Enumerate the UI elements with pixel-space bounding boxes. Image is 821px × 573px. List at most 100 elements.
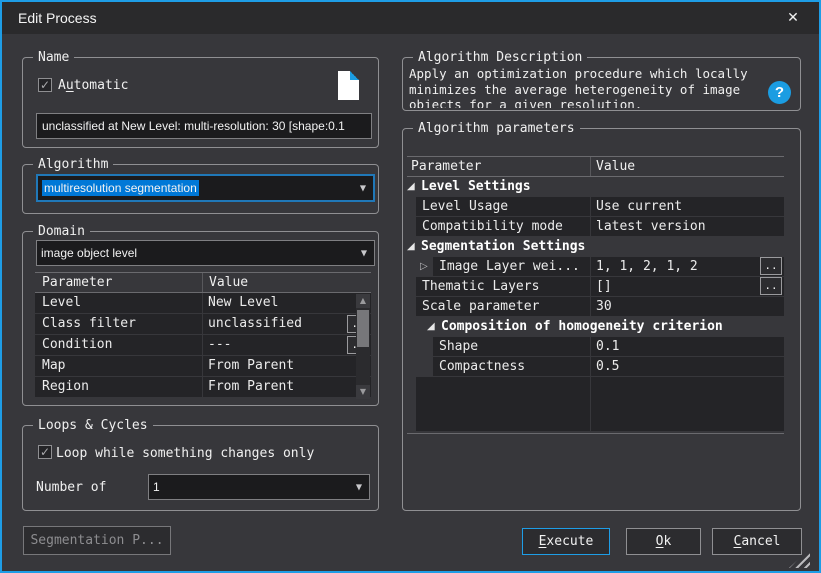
column-divider (202, 335, 203, 355)
algorithm-select[interactable]: multiresolution segmentation ▼ (36, 174, 375, 202)
table-row[interactable]: Scale parameter 30 (407, 297, 784, 316)
param-cell: Scale parameter (422, 297, 590, 316)
param-cell: Shape (439, 337, 590, 356)
algorithm-group-label: Algorithm (33, 156, 113, 173)
param-cell: Compatibility mode (422, 217, 590, 236)
value-cell: --- (208, 335, 369, 355)
column-divider (202, 356, 203, 376)
domain-scrollbar[interactable]: ▲ ▼ (356, 294, 370, 399)
value-cell: latest version (596, 217, 756, 236)
expand-icon[interactable]: ◢ (427, 320, 435, 334)
param-cell: Composition of homogeneity criterion (441, 317, 784, 336)
algorithm-selected-text: multiresolution segmentation (42, 180, 199, 196)
column-divider (590, 197, 591, 216)
column-divider (590, 337, 591, 356)
description-line: minimizes the average heterogeneity of i… (409, 82, 761, 98)
table-row[interactable]: Compactness0.5 (407, 357, 784, 376)
domain-select[interactable]: image object level ▼ (36, 240, 375, 266)
close-icon[interactable]: ✕ (781, 6, 805, 30)
value-cell: unclassified (208, 314, 369, 334)
value-cell: From Parent (208, 356, 369, 376)
chevron-down-icon[interactable]: ▼ (356, 483, 362, 492)
param-col-value: Value (596, 157, 635, 177)
column-divider (590, 357, 591, 376)
scroll-up-icon[interactable]: ▲ (356, 294, 370, 308)
domain-selected-text: image object level (41, 246, 137, 260)
column-divider (202, 273, 203, 292)
edit-process-dialog: Edit Process ✕ Name ✓ Automatic unclassi… (0, 0, 821, 573)
param-cell: Image Layer wei... (439, 257, 590, 276)
loop-checkbox[interactable]: ✓ (38, 445, 52, 459)
table-row[interactable]: Class filterunclassified.. (35, 314, 371, 334)
param-cell: Region (42, 377, 200, 397)
param-cell: Level Usage (422, 197, 590, 216)
value-cell: 0.1 (596, 337, 756, 356)
loops-group-label: Loops & Cycles (33, 417, 153, 434)
value-cell: 30 (596, 297, 756, 316)
ok-button[interactable]: Ok (626, 528, 701, 555)
segmentation-params-button[interactable]: Segmentation P... (23, 526, 171, 555)
document-icon[interactable] (338, 71, 359, 100)
table-row[interactable]: Region From Parent (35, 377, 371, 397)
column-divider (590, 297, 591, 316)
table-row[interactable]: Level Usage Use current (407, 197, 784, 216)
cancel-button[interactable]: Cancel (712, 528, 802, 555)
expand-icon[interactable]: ◢ (407, 240, 415, 254)
value-cell: [] (596, 277, 756, 296)
column-divider (202, 377, 203, 397)
name-group-label: Name (33, 49, 74, 66)
table-row[interactable]: Condition---.. (35, 335, 371, 355)
scroll-down-icon[interactable]: ▼ (356, 385, 370, 399)
parameters-table-rows: ◢Level SettingsLevel UsageUse currentCom… (407, 177, 784, 376)
parameters-table-filler (407, 377, 784, 434)
domain-col-value: Value (209, 273, 248, 293)
collapse-icon[interactable]: ▷ (420, 260, 428, 274)
automatic-checkbox-label: Automatic (58, 78, 128, 93)
table-row[interactable]: ◢ Composition of homogeneity criterion (407, 317, 784, 336)
table-row[interactable]: ◢ Segmentation Settings (407, 237, 784, 256)
column-divider (202, 314, 203, 334)
table-row[interactable]: ▷ Image Layer wei... 1, 1, 2, 1, 2.. (407, 257, 784, 276)
scroll-thumb[interactable] (357, 310, 369, 347)
column-divider (202, 293, 203, 313)
param-cell: Condition (42, 335, 200, 355)
process-name-field[interactable]: unclassified at New Level: multi-resolut… (36, 113, 372, 139)
automatic-checkbox[interactable]: ✓ (38, 78, 52, 92)
param-col-parameter: Parameter (411, 157, 481, 177)
execute-button[interactable]: Execute (522, 528, 610, 555)
chevron-down-icon[interactable]: ▼ (361, 249, 367, 258)
expand-icon[interactable]: ◢ (407, 180, 415, 194)
domain-table: Parameter Value LevelNew LevelClass filt… (35, 272, 371, 398)
table-row[interactable]: ◢ Level Settings (407, 177, 784, 196)
titlebar[interactable]: Edit Process ✕ (2, 2, 819, 34)
table-row[interactable]: LevelNew Level (35, 293, 371, 313)
number-of-label: Number of (36, 480, 106, 495)
param-cell: Thematic Layers (422, 277, 590, 296)
parameters-table: Parameter Value ◢ Level SettingsLevel Usa… (407, 156, 784, 434)
algorithm-description-text: Apply an optimization procedure which lo… (409, 66, 761, 108)
param-cell: Level Settings (421, 177, 784, 196)
parameters-group-label: Algorithm parameters (413, 120, 580, 137)
param-cell: Map (42, 356, 200, 376)
table-row[interactable]: Thematic Layers [].. (407, 277, 784, 296)
help-icon[interactable]: ? (768, 81, 791, 104)
value-cell: 0.5 (596, 357, 756, 376)
value-cell: Use current (596, 197, 756, 216)
value-cell: From Parent (208, 377, 369, 397)
param-cell: Segmentation Settings (421, 237, 784, 256)
table-row[interactable]: Map From Parent (35, 356, 371, 376)
ellipsis-button[interactable]: .. (760, 257, 782, 275)
chevron-down-icon[interactable]: ▼ (360, 184, 366, 193)
number-of-select[interactable]: 1 ▼ (148, 474, 370, 500)
domain-table-header: Parameter Value (35, 272, 371, 293)
table-row[interactable]: Shape 0.1 (407, 337, 784, 356)
domain-table-rows: LevelNew LevelClass filterunclassified..… (35, 293, 371, 397)
ellipsis-button[interactable]: .. (760, 277, 782, 295)
domain-group-label: Domain (33, 223, 90, 240)
param-cell: Level (42, 293, 200, 313)
value-cell: 1, 1, 2, 1, 2 (596, 257, 756, 276)
loop-checkbox-label: Loop while something changes only (56, 446, 314, 461)
number-of-value: 1 (153, 480, 160, 494)
table-row[interactable]: Compatibility mode latest version (407, 217, 784, 236)
document-fold (350, 71, 359, 80)
